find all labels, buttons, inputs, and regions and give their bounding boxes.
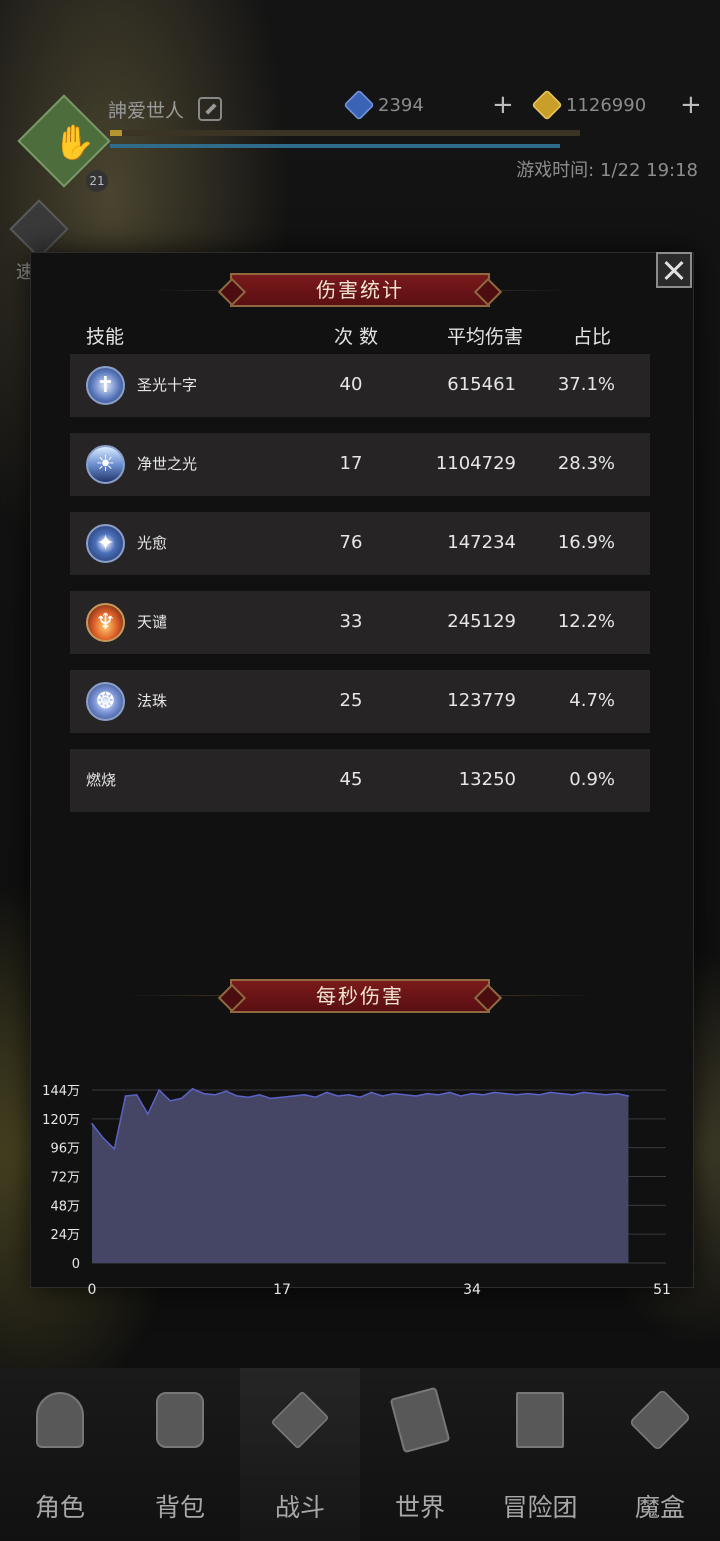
x-tick-label: 17 [273, 1282, 291, 1298]
castle-icon [510, 1386, 570, 1456]
dps-point [91, 1122, 93, 1125]
dps-point [180, 1097, 183, 1100]
dps-point [571, 1094, 574, 1096]
helmet-icon [30, 1386, 90, 1456]
dps-point [214, 1094, 216, 1096]
dps-point [348, 1094, 350, 1096]
dps-point [281, 1096, 283, 1099]
dps-point [404, 1094, 406, 1096]
dps-point [158, 1089, 160, 1091]
dps-point [594, 1092, 596, 1095]
dps-point [527, 1092, 529, 1095]
dps-point [381, 1095, 384, 1097]
dps-point [147, 1113, 149, 1115]
y-tick-label: 72万 [50, 1171, 80, 1186]
nav-world[interactable]: 世界 [360, 1368, 480, 1541]
dps-point [392, 1092, 395, 1095]
dps-point [560, 1092, 563, 1095]
dps-point [415, 1095, 417, 1097]
dps-point [314, 1096, 317, 1099]
dps-point [460, 1095, 462, 1097]
dps-point [325, 1091, 328, 1094]
y-tick-label: 24万 [50, 1228, 80, 1243]
dps-point [616, 1092, 619, 1095]
dps-point [538, 1094, 540, 1096]
dps-point [292, 1095, 294, 1097]
dps-point [359, 1096, 362, 1099]
dps-point [482, 1094, 484, 1096]
y-tick-label: 48万 [50, 1199, 80, 1214]
x-tick-label: 51 [653, 1282, 671, 1298]
y-tick-label: 144万 [42, 1084, 80, 1099]
dps-point [258, 1094, 261, 1096]
dps-point [448, 1091, 451, 1094]
bottom-nav: 角色 背包 战斗 世界 冒险团 魔盒 [0, 1368, 720, 1541]
y-tick-label: 120万 [42, 1113, 80, 1128]
dps-chart: 0 24万 48万 72万 96万 120万 144万 0 17 34 51 [42, 1084, 671, 1298]
dps-point [113, 1148, 116, 1150]
map-scroll-icon [389, 1386, 451, 1456]
dps-point [169, 1100, 172, 1102]
dps-point [225, 1090, 227, 1093]
dps-point [337, 1095, 339, 1097]
dps-point [191, 1087, 194, 1090]
dps-point [493, 1091, 496, 1094]
dps-point [515, 1094, 518, 1096]
x-tick-label: 34 [463, 1282, 481, 1298]
dps-point [582, 1091, 585, 1094]
nav-backpack[interactable]: 背包 [120, 1368, 240, 1541]
dps-point [605, 1094, 607, 1096]
y-tick-label: 96万 [50, 1142, 80, 1157]
dps-point [236, 1095, 239, 1097]
dps-area [92, 1088, 629, 1263]
x-tick-label: 0 [88, 1282, 97, 1298]
dps-point [549, 1091, 552, 1094]
swords-icon [270, 1386, 330, 1456]
dps-point [370, 1091, 373, 1094]
dps-point [102, 1137, 104, 1139]
y-tick-label: 0 [72, 1257, 80, 1272]
nav-adventure-team[interactable]: 冒险团 [480, 1368, 600, 1541]
nav-battle[interactable]: 战斗 [240, 1368, 360, 1541]
nav-character[interactable]: 角色 [0, 1368, 120, 1541]
dps-point [426, 1092, 429, 1095]
dps-point [270, 1097, 272, 1100]
nav-magic-box[interactable]: 魔盒 [600, 1368, 720, 1541]
dps-point [471, 1092, 473, 1095]
dps-point [135, 1094, 138, 1096]
dps-point [202, 1092, 205, 1095]
dps-point [437, 1094, 440, 1096]
backpack-icon [150, 1386, 210, 1456]
dps-point [303, 1094, 306, 1096]
dps-point [124, 1095, 127, 1097]
dps-point [247, 1096, 250, 1099]
dps-point [627, 1095, 630, 1097]
magic-cube-icon [628, 1386, 692, 1456]
dps-point [504, 1092, 507, 1095]
